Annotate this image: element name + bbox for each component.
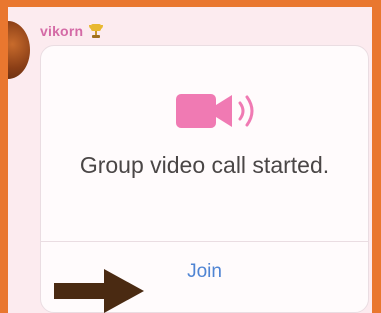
sender-row: vikorn (40, 22, 105, 40)
arrow-right-icon (54, 265, 150, 313)
avatar[interactable] (8, 21, 30, 79)
video-camera-icon (176, 90, 268, 134)
call-status-text: Group video call started. (79, 152, 330, 178)
sender-name[interactable]: vikorn (40, 23, 83, 39)
chat-area: vikorn Group video call started. Join (8, 7, 372, 313)
trophy-icon (87, 22, 105, 40)
screenshot-frame: vikorn Group video call started. Join (0, 0, 381, 313)
